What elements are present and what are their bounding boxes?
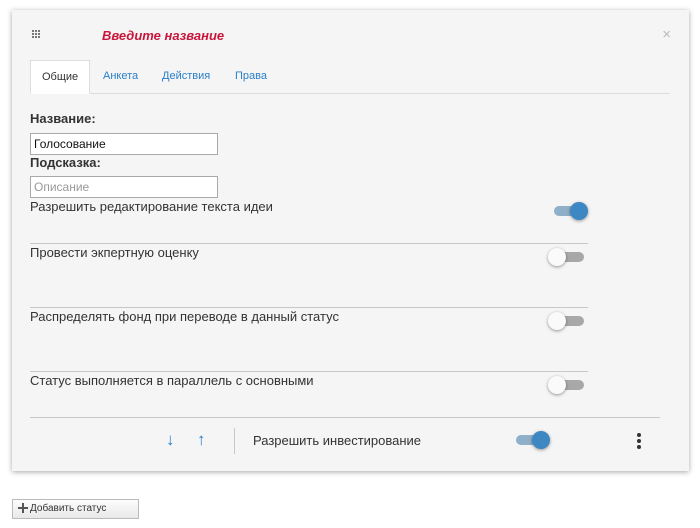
toggle-expert-review[interactable] bbox=[548, 248, 584, 266]
footer-separator bbox=[234, 428, 235, 454]
divider bbox=[30, 371, 588, 372]
divider bbox=[30, 307, 588, 308]
setting-label-edit-text: Разрешить редактирование текста идеи bbox=[30, 199, 273, 214]
close-icon[interactable]: × bbox=[662, 26, 671, 43]
divider bbox=[30, 243, 588, 244]
invest-label: Разрешить инвестирование bbox=[253, 433, 422, 448]
grid-icon[interactable] bbox=[32, 30, 41, 39]
tab-bar: Общие Анкета Действия Права bbox=[30, 60, 670, 94]
toggle-investing[interactable] bbox=[514, 431, 550, 449]
toggle-edit-text[interactable] bbox=[552, 202, 588, 220]
tab-general[interactable]: Общие bbox=[30, 60, 91, 94]
tab-actions[interactable]: Действия bbox=[162, 60, 210, 94]
name-label: Название: bbox=[30, 111, 96, 126]
arrow-down-icon[interactable]: ↓ bbox=[166, 430, 175, 450]
setting-label-parallel: Статус выполняется в параллель с основны… bbox=[30, 373, 314, 388]
setting-label-distribute-fund: Распределять фонд при переводе в данный … bbox=[30, 309, 339, 324]
add-status-label: Добавить статус bbox=[30, 503, 107, 514]
hint-input[interactable] bbox=[30, 176, 218, 198]
hint-label: Подсказка: bbox=[30, 155, 101, 170]
status-card: Введите название × Общие Анкета Действия… bbox=[12, 10, 689, 471]
toggle-distribute-fund[interactable] bbox=[548, 312, 584, 330]
arrow-up-icon[interactable]: ↑ bbox=[197, 430, 206, 450]
add-status-button[interactable]: Добавить статус bbox=[12, 499, 139, 519]
toggle-parallel[interactable] bbox=[548, 376, 584, 394]
name-input[interactable] bbox=[30, 133, 218, 155]
footer-divider bbox=[30, 417, 660, 418]
tab-questionnaire[interactable]: Анкета bbox=[103, 60, 138, 94]
kebab-menu-icon[interactable] bbox=[635, 433, 643, 453]
plus-icon bbox=[18, 503, 28, 513]
setting-label-expert-review: Провести экпертную оценку bbox=[30, 245, 199, 260]
tab-permissions[interactable]: Права bbox=[235, 60, 267, 94]
status-title[interactable]: Введите название bbox=[102, 28, 224, 43]
